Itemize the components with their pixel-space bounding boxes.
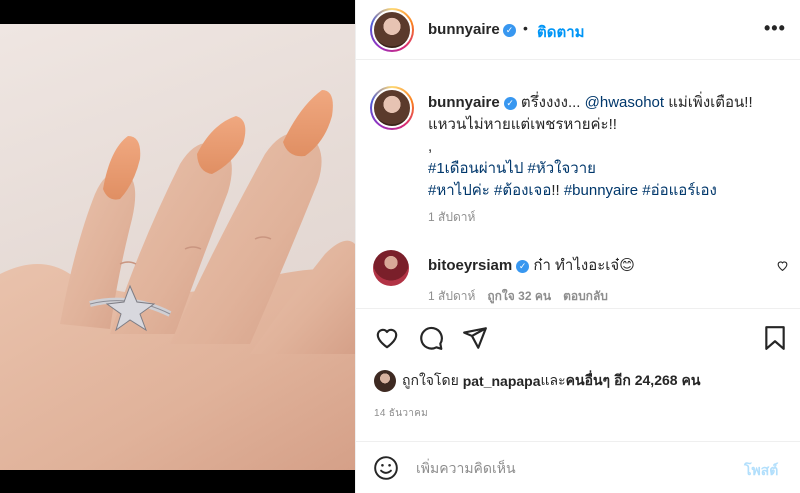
caption-timestamp[interactable]: 1 สัปดาห์ bbox=[428, 208, 475, 227]
comment-timestamp[interactable]: 1 สัปดาห์ bbox=[428, 287, 475, 306]
verified-badge-icon: ✓ bbox=[503, 24, 516, 37]
hand-with-ring-image bbox=[0, 24, 355, 470]
like-heart-icon[interactable] bbox=[374, 325, 400, 351]
hashtag-link[interactable]: #อ่อแอร์เอง bbox=[642, 182, 717, 199]
verified-badge-icon: ✓ bbox=[503, 96, 517, 110]
follow-button[interactable]: ติดตาม bbox=[537, 20, 585, 44]
hashtag-link[interactable]: #หาไปค่ะ bbox=[428, 182, 490, 199]
caption-line: , bbox=[428, 138, 433, 155]
author-username[interactable]: bunnyaire bbox=[428, 21, 500, 38]
more-options-icon[interactable]: ••• bbox=[764, 18, 786, 39]
add-comment-bar: โพสต์ bbox=[356, 441, 800, 493]
comment-like-count[interactable]: ถูกใจ 32 คน bbox=[487, 287, 551, 306]
post-photo[interactable] bbox=[0, 0, 355, 493]
hand-illustration bbox=[0, 90, 355, 470]
hashtag-link[interactable]: #1เดือนผ่านไป bbox=[428, 160, 523, 177]
hashtag-link[interactable]: #ต้องเจอ bbox=[494, 182, 551, 199]
caption-username[interactable]: bunnyaire bbox=[428, 94, 500, 111]
caption-text: bunnyaire ✓ ตรึ่งงงง... @hwasohot แม่เพิ่… bbox=[428, 92, 788, 202]
liker-avatar[interactable] bbox=[374, 370, 396, 392]
mention-link[interactable]: @hwasohot bbox=[585, 94, 664, 111]
verified-badge-icon: ✓ bbox=[516, 259, 530, 273]
save-bookmark-icon[interactable] bbox=[764, 325, 786, 351]
reply-button[interactable]: ตอบกลับ bbox=[563, 287, 608, 306]
post-date[interactable]: 14 ธันวาคม bbox=[374, 406, 428, 421]
comment-text: bitoeyrsiam ✓ ก๋า ทำไงอะเจ๋😊 bbox=[428, 253, 635, 277]
post-comment-button[interactable]: โพสต์ bbox=[744, 460, 778, 482]
comment-input[interactable] bbox=[416, 455, 716, 481]
liker-username[interactable]: pat_napapa bbox=[463, 373, 541, 389]
hashtag-link[interactable]: #หัวใจวาย bbox=[528, 160, 596, 177]
caption-text-part: แม่เพิ่งเตือน!! bbox=[664, 94, 753, 111]
comment-body: ก๋า ทำไงอะเจ๋😊 bbox=[529, 257, 635, 274]
post-detail-panel: bunnyaire ✓ • ติดตาม ••• bunnyaire ✓ ตรึ่… bbox=[355, 0, 800, 493]
hashtag-link[interactable]: #bunnyaire bbox=[564, 182, 638, 199]
likes-summary: ถูกใจโดย pat_napapa และ คนอื่นๆ อีก 24,2… bbox=[374, 370, 700, 392]
others-likes-link[interactable]: คนอื่นๆ อีก 24,268 คน bbox=[566, 370, 701, 392]
post-header: bunnyaire ✓ • ติดตาม ••• bbox=[356, 0, 800, 60]
likes-middle: และ bbox=[540, 372, 566, 388]
emoji-smiley-icon[interactable] bbox=[373, 455, 399, 481]
likes-prefix: ถูกใจโดย bbox=[402, 372, 459, 388]
caption-text-part: !! bbox=[551, 182, 564, 199]
share-paper-plane-icon[interactable] bbox=[462, 325, 488, 351]
action-bar bbox=[356, 308, 800, 366]
commenter-avatar[interactable] bbox=[373, 250, 409, 286]
comment-bubble-icon[interactable] bbox=[418, 325, 444, 351]
caption-text-part: ตรึ่งงงง... bbox=[516, 94, 585, 111]
author-avatar[interactable] bbox=[370, 8, 414, 52]
caption-author-avatar[interactable] bbox=[370, 86, 414, 130]
comment-like-heart-icon[interactable] bbox=[776, 259, 789, 272]
separator-dot: • bbox=[523, 20, 528, 36]
commenter-username[interactable]: bitoeyrsiam bbox=[428, 257, 512, 274]
comment-meta: 1 สัปดาห์ ถูกใจ 32 คน ตอบกลับ bbox=[428, 287, 608, 306]
caption-line: แหวนไม่หายแต่เพชรหายค่ะ!! bbox=[428, 116, 617, 133]
